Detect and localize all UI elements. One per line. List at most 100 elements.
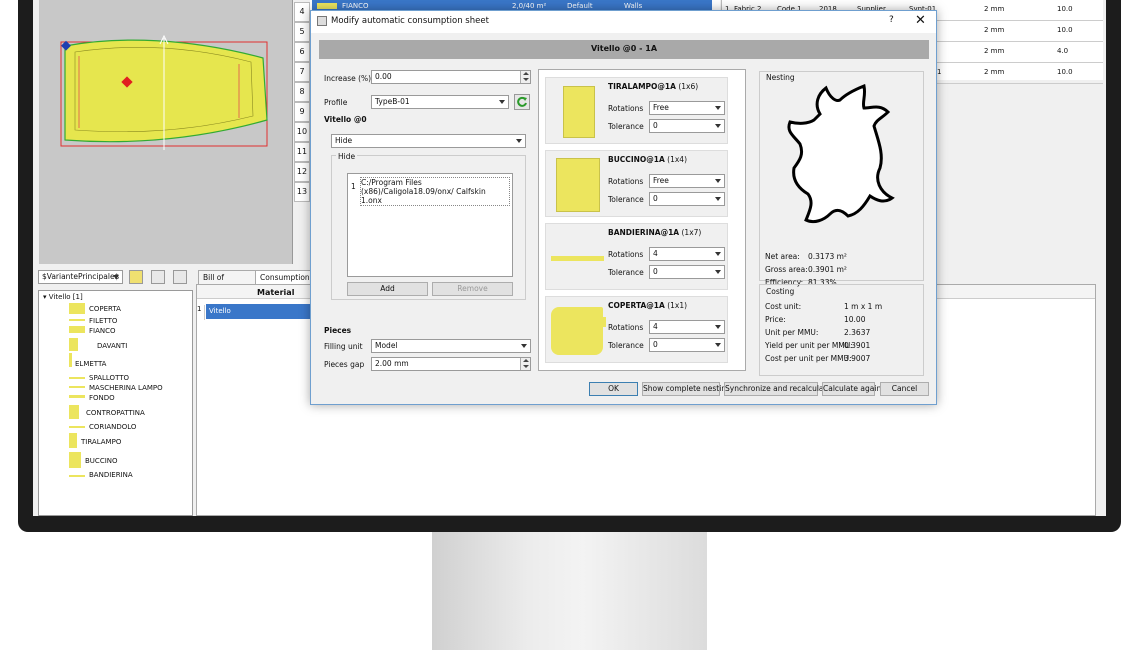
increase-label: Increase (%) xyxy=(324,74,372,83)
variant-select[interactable]: $VariantePrincipale$ xyxy=(38,270,123,284)
rotations-value: 4 xyxy=(653,322,658,331)
cost-per-unit-value: 3.9007 xyxy=(844,354,871,363)
tolerance-select[interactable]: 0 xyxy=(649,119,725,133)
piece-name: TIRALAMPO@1A (1x6) xyxy=(608,82,699,91)
piece-preview xyxy=(551,307,603,355)
yield-value: 0.3901 xyxy=(844,341,871,350)
tolerance-value: 0 xyxy=(653,121,658,130)
nesting-title: Nesting xyxy=(766,73,795,82)
row-number: 7 xyxy=(294,62,310,82)
pieces-gap-input[interactable]: 2.00 mm xyxy=(371,357,531,371)
rotations-select[interactable]: Free xyxy=(649,174,725,188)
remove-button[interactable]: Remove xyxy=(432,282,513,296)
section-title: Vitello @0 xyxy=(324,115,367,124)
profile-select[interactable]: TypeB-01 xyxy=(371,95,509,109)
chevron-down-icon xyxy=(715,179,721,183)
chevron-down-icon xyxy=(715,106,721,110)
material-row-selected[interactable]: Vitello xyxy=(206,304,311,319)
tree-item[interactable]: CORIANDOLO xyxy=(89,423,136,431)
refresh-button[interactable] xyxy=(514,94,530,110)
color-tool-icon[interactable] xyxy=(129,270,143,284)
piece-name: COPERTA@1A (1x1) xyxy=(608,301,688,310)
copy-icon[interactable] xyxy=(151,270,165,284)
cell: 2 mm xyxy=(984,5,1005,13)
tab-consumption-sheet[interactable]: Consumption s xyxy=(255,270,317,285)
variant-toolbar: $VariantePrincipale$ xyxy=(38,270,193,285)
chevron-down-icon xyxy=(715,197,721,201)
help-button[interactable]: ? xyxy=(889,15,894,25)
piece-swatch xyxy=(317,3,337,9)
piece-tree[interactable]: ▾ Vitello [1] COPERTA FILETTO FIANCO DAV… xyxy=(38,290,193,516)
cancel-button[interactable]: Cancel xyxy=(880,382,929,396)
piece-card[interactable]: BUCCINO@1A (1x4) Rotations Free Toleranc… xyxy=(545,150,728,217)
tree-item[interactable]: CONTROPATTINA xyxy=(86,409,145,417)
tree-item[interactable]: BUCCINO xyxy=(85,457,118,465)
sync-recalculate-button[interactable]: Synchronize and recalculate xyxy=(724,382,831,396)
tolerance-label: Tolerance xyxy=(608,341,644,350)
chevron-down-icon xyxy=(715,124,721,128)
add-button[interactable]: Add xyxy=(347,282,428,296)
tolerance-select[interactable]: 0 xyxy=(649,265,725,279)
rotations-select[interactable]: 4 xyxy=(649,247,725,261)
dialog-title: Modify automatic consumption sheet xyxy=(331,16,489,26)
row-number: 10 xyxy=(294,122,310,142)
ok-button[interactable]: OK xyxy=(589,382,638,396)
paste-icon[interactable] xyxy=(173,270,187,284)
close-button[interactable]: ✕ xyxy=(915,13,926,28)
material-type-select[interactable]: Hide xyxy=(331,134,526,148)
rotations-select[interactable]: 4 xyxy=(649,320,725,334)
piece-swatch xyxy=(69,377,85,379)
tolerance-select[interactable]: 0 xyxy=(649,338,725,352)
tree-root[interactable]: ▾ Vitello [1] xyxy=(43,293,83,301)
piece-swatch xyxy=(69,452,81,468)
cell-value: Walls xyxy=(624,2,643,10)
tree-item[interactable]: FILETTO xyxy=(89,317,117,325)
chevron-down-icon xyxy=(715,343,721,347)
hide-file-list[interactable]: 1 C:/Program Files (x86)/Caligola18.09/o… xyxy=(347,173,513,277)
spin-icon[interactable] xyxy=(520,358,530,370)
row-number: 5 xyxy=(294,22,310,42)
tree-item[interactable]: FONDO xyxy=(89,394,115,402)
costing-panel: Costing Cost unit: 1 m x 1 m Price: 10.0… xyxy=(759,284,924,376)
tab-bill-of-materials[interactable]: Bill of Materials xyxy=(198,270,256,295)
piece-card[interactable]: BANDIERINA@1A (1x7) Rotations 4 Toleranc… xyxy=(545,223,728,290)
spin-icon[interactable] xyxy=(520,71,530,83)
tree-item[interactable]: FIANCO xyxy=(89,327,116,335)
pieces-gap-value: 2.00 mm xyxy=(375,359,409,368)
monitor-stand xyxy=(432,532,707,650)
rotations-select[interactable]: Free xyxy=(649,101,725,115)
piece-swatch xyxy=(69,475,85,477)
piece-preview xyxy=(556,158,600,212)
tree-item[interactable]: COPERTA xyxy=(89,305,121,313)
row-number: 13 xyxy=(294,182,310,202)
show-nesting-button[interactable]: Show complete nesting xyxy=(642,382,731,396)
filling-unit-select[interactable]: Model xyxy=(371,339,531,353)
tree-item[interactable]: DAVANTI xyxy=(97,342,127,350)
piece-card[interactable]: COPERTA@1A (1x1) Rotations 4 Tolerance 0 xyxy=(545,296,728,363)
bottom-tabs: Bill of Materials Consumption s xyxy=(198,270,318,295)
tree-item[interactable]: BANDIERINA xyxy=(89,471,133,479)
tree-item[interactable]: TIRALAMPO xyxy=(81,438,121,446)
tolerance-select[interactable]: 0 xyxy=(649,192,725,206)
increase-input[interactable]: 0.00 xyxy=(371,70,531,84)
pattern-viewport[interactable] xyxy=(39,0,293,264)
refresh-icon xyxy=(517,96,527,107)
pieces-list[interactable]: TIRALAMPO@1A (1x6) Rotations Free Tolera… xyxy=(538,69,746,371)
app-icon xyxy=(317,16,327,26)
hide-file-path[interactable]: C:/Program Files (x86)/Caligola18.09/onx… xyxy=(360,177,510,206)
unit-per-mmu-label: Unit per MMU: xyxy=(765,328,819,337)
cell-value: 2,0/40 m² xyxy=(512,2,547,10)
cost-unit-label: Cost unit: xyxy=(765,302,802,311)
hide-group-label: Hide xyxy=(336,152,358,161)
tree-item[interactable]: ELMETTA xyxy=(75,360,106,368)
piece-swatch xyxy=(69,433,77,448)
chevron-down-icon xyxy=(499,100,505,104)
profile-value: TypeB-01 xyxy=(375,97,410,106)
piece-card[interactable]: TIRALAMPO@1A (1x6) Rotations Free Tolera… xyxy=(545,77,728,144)
hide-shape-icon xyxy=(787,84,895,224)
tree-item[interactable]: SPALLOTTO xyxy=(89,374,129,382)
row-number: 8 xyxy=(294,82,310,102)
calculate-again-button[interactable]: Calculate again xyxy=(822,382,881,396)
price-value: 10.00 xyxy=(844,315,866,324)
tree-item[interactable]: MASCHERINA LAMPO xyxy=(89,384,163,392)
